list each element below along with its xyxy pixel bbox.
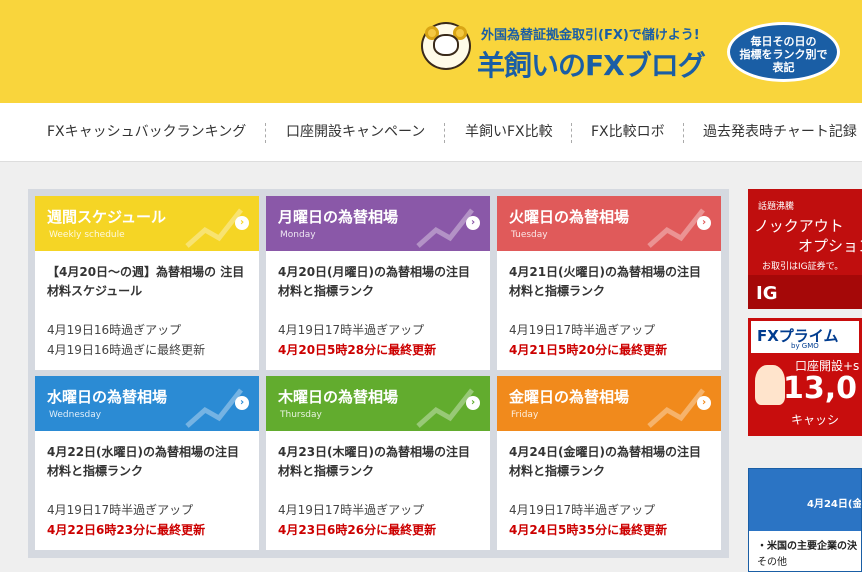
card-title: 木曜日の為替相場 bbox=[278, 388, 399, 406]
card-header[interactable]: 火曜日の為替相場 Tuesday › bbox=[497, 196, 721, 251]
card-subtitle: Thursday bbox=[280, 410, 322, 420]
card-description[interactable]: 4月20日(月曜日)の為替相場の注目材料と指標ランク bbox=[278, 263, 478, 301]
card-updated-time: 4月22日6時23分に最終更新 bbox=[47, 523, 206, 537]
card-posted-time: 4月19日17時半過ぎアップ bbox=[509, 503, 656, 517]
schedule-card[interactable]: 木曜日の為替相場 Thursday › 4月23日(木曜日)の為替相場の注目材料と指標… bbox=[266, 376, 490, 550]
nav-past-charts[interactable]: 過去発表時チャート記録 bbox=[703, 103, 857, 162]
card-updated-time: 4月20日5時28分に最終更新 bbox=[278, 343, 437, 357]
nav-separator bbox=[571, 123, 572, 143]
card-description[interactable]: 4月24日(金曜日)の為替相場の注目材料と指標ランク bbox=[509, 443, 709, 481]
card-header[interactable]: 月曜日の為替相場 Monday › bbox=[266, 196, 490, 251]
news-widget[interactable]: 4月24日(金 ・米国の主要企業の決 その他 bbox=[748, 468, 862, 572]
site-subtitle: 外国為替証拠金取引(FX)で儲けよう! bbox=[481, 28, 700, 43]
ad-by-gmo: by GMO bbox=[791, 342, 819, 350]
card-posted-time: 4月19日17時半過ぎアップ bbox=[278, 503, 425, 517]
chevron-right-icon[interactable]: › bbox=[697, 216, 711, 230]
ad-line: ノックアウト bbox=[754, 217, 844, 235]
schedule-card[interactable]: 火曜日の為替相場 Tuesday › 4月21日(火曜日)の為替相場の注目材料と指標ラ… bbox=[497, 196, 721, 370]
site-header: 外国為替証拠金取引(FX)で儲けよう! 羊飼いのFXブログ 毎日その日の 指標を… bbox=[0, 0, 862, 103]
card-description[interactable]: 4月23日(木曜日)の為替相場の注目材料と指標ランク bbox=[278, 443, 478, 481]
nav-fx-compare[interactable]: 羊飼いFX比較 bbox=[465, 103, 553, 162]
card-description[interactable]: 4月22日(水曜日)の為替相場の注目材料と指標ランク bbox=[47, 443, 247, 481]
card-posted-time: 4月19日17時半過ぎアップ bbox=[278, 323, 425, 337]
card-title: 水曜日の為替相場 bbox=[47, 388, 168, 406]
news-date: 4月24日(金 bbox=[807, 499, 862, 510]
schedule-card[interactable]: 金曜日の為替相場 Friday › 4月24日(金曜日)の為替相場の注目材料と指標ラン… bbox=[497, 376, 721, 550]
card-header[interactable]: 金曜日の為替相場 Friday › bbox=[497, 376, 721, 431]
sheep-mascot-icon bbox=[415, 18, 475, 80]
card-posted-time: 4月19日17時半過ぎアップ bbox=[509, 323, 656, 337]
ad-character-icon bbox=[755, 365, 785, 405]
nav-separator bbox=[444, 123, 445, 143]
card-title: 火曜日の為替相場 bbox=[509, 208, 630, 226]
card-updated-time: 4月24日5時35分に最終更新 bbox=[509, 523, 668, 537]
card-updated-time: 4月23日6時26分に最終更新 bbox=[278, 523, 437, 537]
ad-line: キャッシ bbox=[791, 413, 840, 427]
schedule-card[interactable]: 月曜日の為替相場 Monday › 4月20日(月曜日)の為替相場の注目材料と指標ラン… bbox=[266, 196, 490, 370]
ad-line: オプション bbox=[798, 237, 862, 255]
news-line: ・米国の主要企業の決 bbox=[757, 541, 857, 552]
chevron-right-icon[interactable]: › bbox=[466, 216, 480, 230]
site-title: 羊飼いのFXブログ bbox=[477, 49, 706, 82]
nav-cashback-ranking[interactable]: FXキャッシュバックランキング bbox=[47, 103, 246, 162]
card-title: 月曜日の為替相場 bbox=[278, 208, 399, 226]
card-title: 金曜日の為替相場 bbox=[509, 388, 630, 406]
main-nav: FXキャッシュバックランキング 口座開設キャンペーン 羊飼いFX比較 FX比較ロ… bbox=[0, 103, 862, 162]
news-line: その他 bbox=[757, 557, 787, 568]
card-posted-time: 4月19日16時過ぎアップ bbox=[47, 323, 182, 337]
bubble-line: 表記 bbox=[772, 61, 795, 74]
card-updated-time: 4月21日5時20分に最終更新 bbox=[509, 343, 668, 357]
card-subtitle: Friday bbox=[511, 410, 539, 420]
nav-separator bbox=[265, 123, 266, 143]
nav-separator bbox=[683, 123, 684, 143]
ad-line: お取引はIG証券で。 bbox=[762, 262, 844, 272]
card-description[interactable]: 4月21日(火曜日)の為替相場の注目材料と指標ランク bbox=[509, 263, 709, 301]
nav-account-campaign[interactable]: 口座開設キャンペーン bbox=[286, 103, 425, 162]
card-updated-time: 4月19日16時過ぎに最終更新 bbox=[47, 343, 206, 357]
card-subtitle: Wednesday bbox=[49, 410, 102, 420]
chevron-right-icon[interactable]: › bbox=[235, 216, 249, 230]
ad-tag: 話題沸騰 bbox=[758, 202, 795, 212]
card-subtitle: Tuesday bbox=[511, 230, 548, 240]
ig-logo: IG bbox=[756, 283, 778, 304]
schedule-card[interactable]: 週間スケジュール Weekly schedule › 【4月20日〜の週】為替相場の … bbox=[35, 196, 259, 370]
card-description[interactable]: 【4月20日〜の週】為替相場の 注目材料スケジュール bbox=[47, 263, 247, 301]
speech-bubble: 毎日その日の 指標をランク別で 表記 bbox=[727, 22, 840, 82]
card-header[interactable]: 水曜日の為替相場 Wednesday › bbox=[35, 376, 259, 431]
ad-amount: 13,0 bbox=[783, 371, 858, 406]
card-posted-time: 4月19日17時半過ぎアップ bbox=[47, 503, 194, 517]
card-subtitle: Monday bbox=[280, 230, 316, 240]
card-subtitle: Weekly schedule bbox=[49, 230, 125, 240]
chevron-right-icon[interactable]: › bbox=[235, 396, 249, 410]
chevron-right-icon[interactable]: › bbox=[697, 396, 711, 410]
ig-ad-banner[interactable]: 話題沸騰 ノックアウト オプション お取引はIG証券で。 IG bbox=[748, 189, 862, 309]
schedule-card[interactable]: 水曜日の為替相場 Wednesday › 4月22日(水曜日)の為替相場の注目材料と指… bbox=[35, 376, 259, 550]
card-title: 週間スケジュール bbox=[47, 208, 166, 226]
fxprime-ad-banner[interactable]: FXプライム by GMO 口座開設+s 13,0 キャッシ bbox=[748, 318, 862, 436]
chevron-right-icon[interactable]: › bbox=[466, 396, 480, 410]
bubble-line: 指標をランク別で bbox=[739, 48, 828, 61]
card-header[interactable]: 週間スケジュール Weekly schedule › bbox=[35, 196, 259, 251]
site-logo[interactable]: 外国為替証拠金取引(FX)で儲けよう! 羊飼いのFXブログ bbox=[415, 18, 745, 88]
card-header[interactable]: 木曜日の為替相場 Thursday › bbox=[266, 376, 490, 431]
nav-compare-robot[interactable]: FX比較ロボ bbox=[591, 103, 665, 162]
bubble-line: 毎日その日の bbox=[750, 35, 817, 48]
